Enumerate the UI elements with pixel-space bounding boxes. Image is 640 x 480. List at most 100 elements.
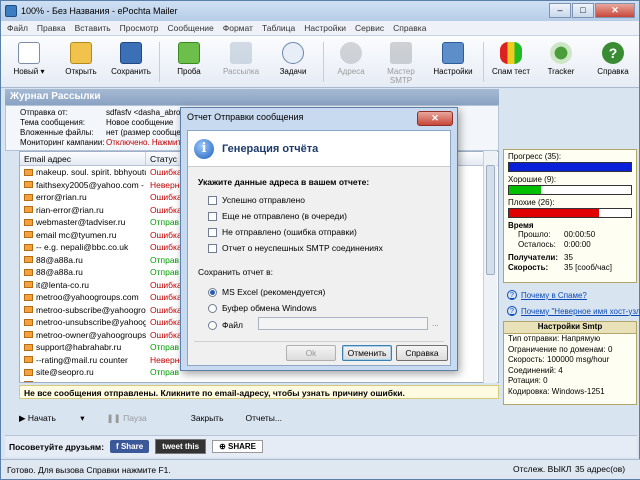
why-host-link[interactable]: ? Почему "Неверное имя хост-узла	[507, 306, 640, 316]
envelope-icon	[24, 306, 33, 314]
dialog-close-button[interactable]: ✕	[417, 111, 453, 126]
dialog-help-button[interactable]: Справка	[396, 345, 448, 361]
settings-icon	[442, 42, 464, 64]
menu-bar: Файл Правка Вставить Просмотр Сообщение …	[1, 21, 639, 36]
radio-excel[interactable]: MS Excel (рекомендуется)	[208, 287, 325, 297]
open-button[interactable]: Открыть	[57, 40, 105, 76]
dialog-title: Отчет Отправки сообщения	[187, 112, 304, 122]
test-button[interactable]: Проба	[165, 40, 213, 76]
row-email: error@rian.ru	[36, 192, 87, 203]
pause-button[interactable]: ❚❚ Пауза	[107, 413, 169, 424]
tasks-button[interactable]: Задачи	[269, 40, 317, 76]
gear-icon	[340, 42, 362, 64]
new-doc-icon	[18, 42, 40, 64]
reports-button[interactable]: Отчеты...	[246, 413, 282, 424]
settings-button[interactable]: Настройки	[429, 40, 477, 76]
cancel-button[interactable]: Отменить	[342, 345, 392, 361]
column-email[interactable]: Email адрес	[20, 152, 146, 165]
new-button[interactable]: Новый ▾	[5, 40, 53, 76]
table-row[interactable]: rating@mail.ru counter Неверное имя хост-…	[20, 379, 498, 382]
envelope-icon	[24, 281, 33, 289]
envelope-icon	[24, 331, 33, 339]
window-title: 100% - Без Названия - ePochta Mailer	[21, 6, 178, 16]
radio-file[interactable]: Файл	[208, 320, 243, 330]
envelope-icon	[24, 218, 33, 226]
test-mail-icon	[178, 42, 200, 64]
result-message: Не все сообщения отправлены. Кликните по…	[19, 385, 499, 399]
facebook-share-button[interactable]: f Share	[110, 440, 150, 453]
row-status: Ошибка	[150, 279, 182, 290]
menu-file[interactable]: Файл	[7, 23, 28, 33]
menu-settings[interactable]: Настройки	[304, 23, 346, 33]
menu-message[interactable]: Сообщение	[167, 23, 213, 33]
checkbox-sent[interactable]: Успешно отправлено	[208, 195, 305, 205]
send-button[interactable]: Рассылка	[217, 40, 265, 76]
clock-icon	[282, 42, 304, 64]
checkbox-smtp-failures[interactable]: Отчет о неуспешных SMTP соединениях	[208, 243, 383, 253]
spam-test-button[interactable]: Спам тест	[487, 40, 535, 76]
row-email: --rating@mail.ru counter	[36, 354, 128, 365]
start-button[interactable]: ▶ Начать ▾	[19, 413, 85, 424]
checkbox-failed[interactable]: Не отправлено (ошибка отправки)	[208, 227, 357, 237]
envelope-icon	[24, 181, 33, 189]
radio-clipboard[interactable]: Буфер обмена Windows	[208, 303, 317, 313]
minimize-button[interactable]: –	[549, 3, 571, 18]
envelope-icon	[24, 193, 33, 201]
tracker-button[interactable]: Tracker	[537, 40, 585, 76]
share-bar: Посоветуйте друзьям: f Share tweet this …	[5, 435, 637, 457]
envelope-icon	[24, 256, 33, 264]
help-icon: ?	[602, 42, 624, 64]
browse-button[interactable]: ...	[432, 319, 439, 328]
floppy-icon	[120, 42, 142, 64]
smtp-wizard-button[interactable]: Мастер SMTP	[377, 40, 425, 85]
row-status: Невернo	[150, 354, 185, 365]
envelope-icon	[24, 368, 33, 376]
row-status: Ошибка	[150, 167, 182, 178]
row-status: Ошибка	[150, 204, 182, 215]
close-journal-button[interactable]: Закрыть	[191, 413, 224, 424]
tracker-icon	[550, 42, 572, 64]
row-email: rating@mail.ru counter	[36, 380, 122, 382]
help-button[interactable]: ? Справка	[589, 40, 637, 76]
address-button[interactable]: Адреса	[327, 40, 375, 76]
row-status: Отправ	[150, 217, 180, 228]
app-icon	[5, 5, 17, 17]
list-scrollbar[interactable]	[483, 151, 497, 383]
maximize-button[interactable]: □	[572, 3, 594, 18]
row-status: Невернo	[150, 179, 185, 190]
row-email: it@lenta-co.ru	[36, 279, 90, 290]
server-icon	[390, 42, 412, 64]
menu-insert[interactable]: Вставить	[75, 23, 111, 33]
row-status: Ошибка	[150, 192, 182, 203]
menu-edit[interactable]: Правка	[37, 23, 66, 33]
menu-table[interactable]: Таблица	[262, 23, 295, 33]
row-email: 88@a88a.ru	[36, 254, 83, 265]
status-bar: Готово. Для вызова Справки нажмите F1. О…	[1, 459, 640, 479]
file-path-input[interactable]	[258, 317, 428, 330]
row-status: Отправ	[150, 254, 180, 265]
sharethis-button[interactable]: ⊕ SHARE	[212, 440, 264, 453]
close-button[interactable]: ✕	[595, 3, 635, 18]
dialog-header: Генерация отчёта	[222, 142, 319, 155]
journal-header: Журнал Рассылки	[5, 89, 499, 105]
row-status: Отправ	[150, 267, 180, 278]
menu-format[interactable]: Формат	[223, 23, 253, 33]
ok-button[interactable]: Ok	[286, 345, 336, 361]
save-button[interactable]: Сохранить	[107, 40, 155, 76]
report-dialog: Отчет Отправки сообщения ✕ i Генерация о…	[180, 107, 458, 371]
bad-progress-bar	[508, 208, 632, 218]
folder-icon	[70, 42, 92, 64]
why-spam-link[interactable]: ? Почему в Спаме?	[507, 290, 587, 300]
tweet-button[interactable]: tweet this	[155, 439, 207, 454]
send-icon	[230, 42, 252, 64]
envelope-icon	[24, 243, 33, 251]
envelope-icon	[24, 268, 33, 276]
checkbox-queued[interactable]: Еще не отправлено (в очереди)	[208, 211, 347, 221]
menu-help[interactable]: Справка	[393, 23, 426, 33]
row-email: metroo-unsubscribe@yahoogro...	[36, 317, 146, 328]
row-status: Ошибка	[150, 292, 182, 303]
menu-view[interactable]: Просмотр	[120, 23, 159, 33]
total-progress-bar	[508, 162, 632, 172]
envelope-icon	[24, 356, 33, 364]
menu-service[interactable]: Сервис	[355, 23, 384, 33]
